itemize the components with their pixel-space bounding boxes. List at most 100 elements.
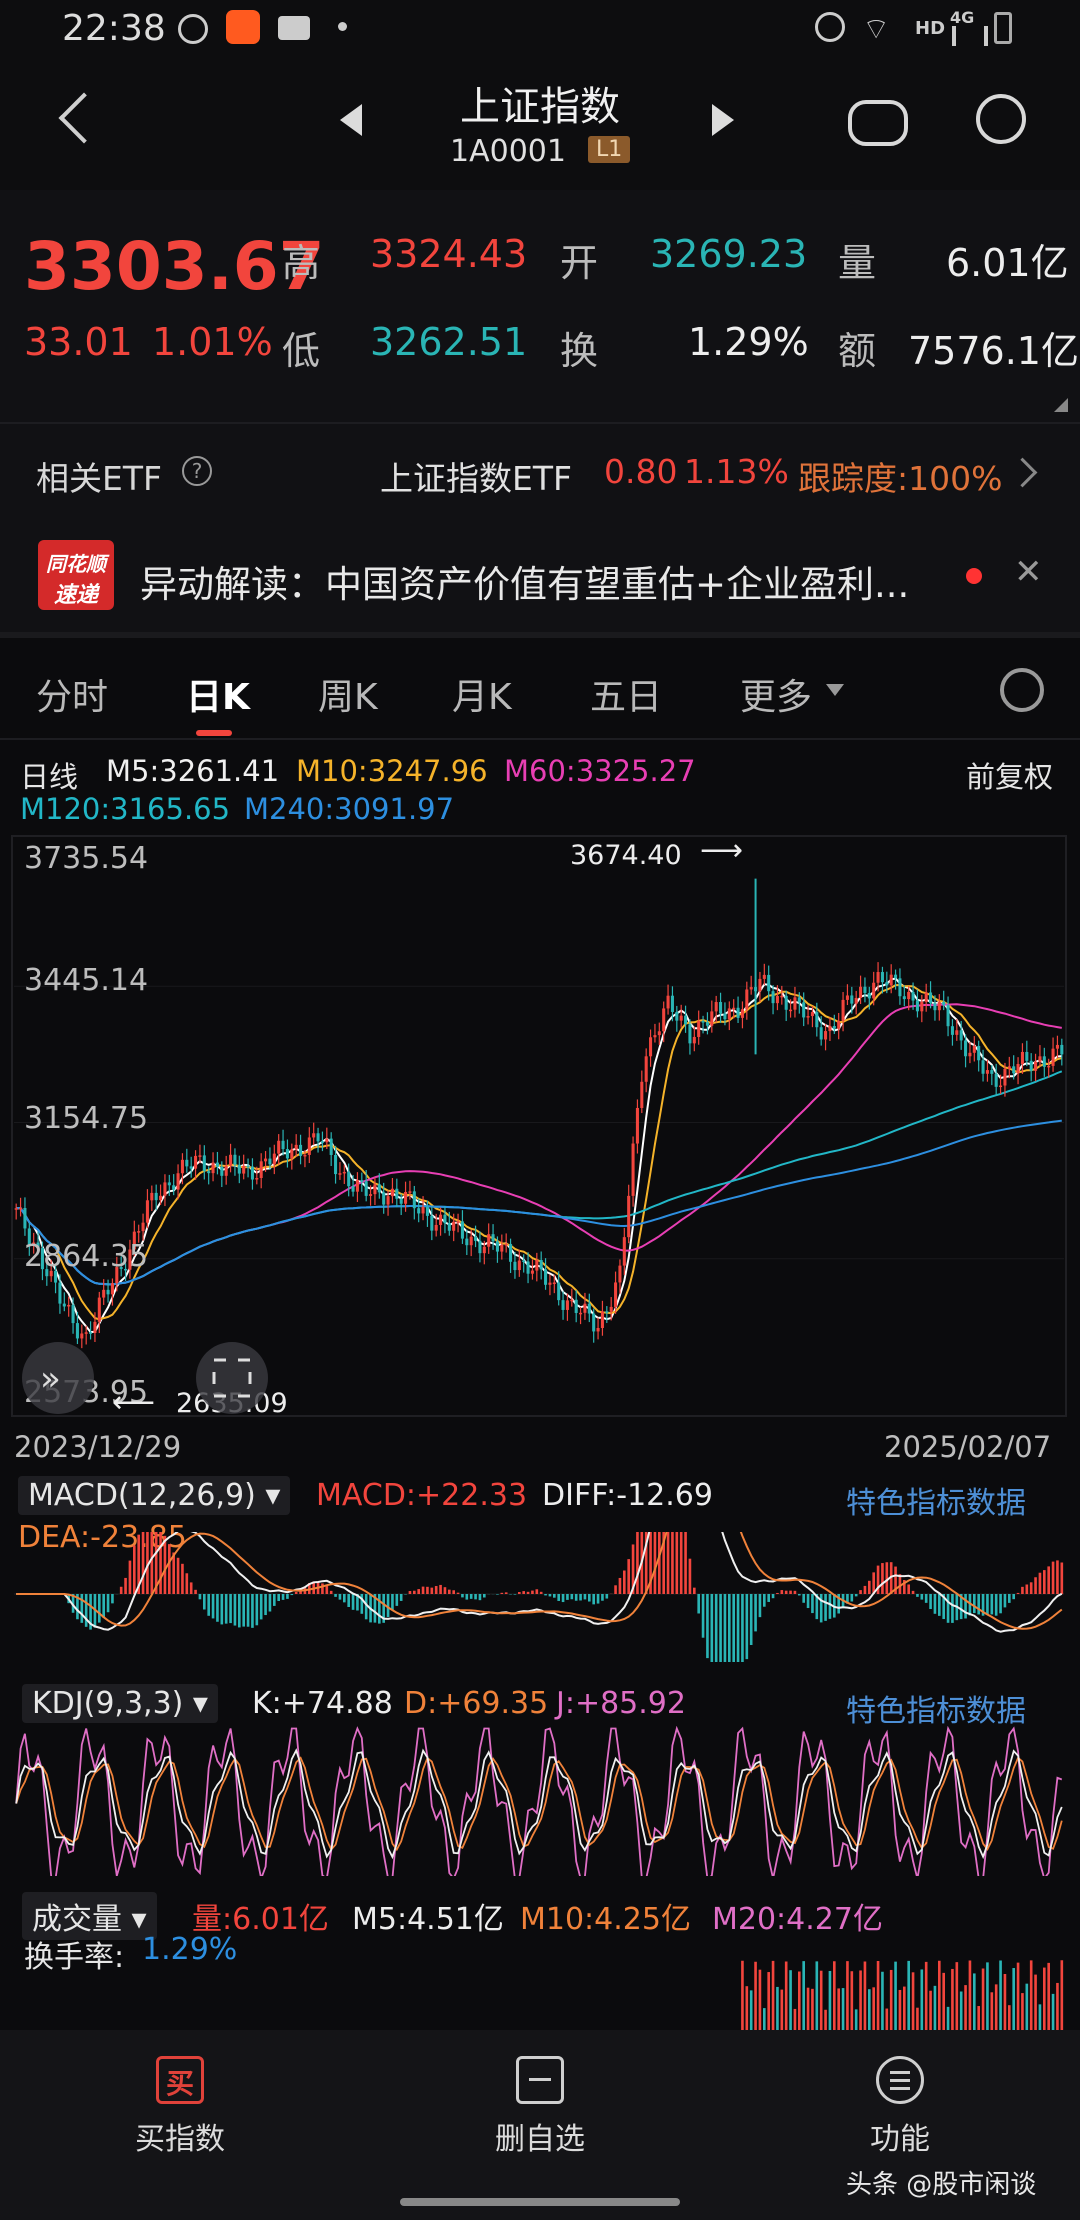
- remove-watchlist-button[interactable]: 删自选: [440, 2056, 640, 2158]
- candle-body: [933, 1003, 937, 1011]
- candle-body: [574, 1299, 578, 1313]
- candle-body: [622, 1237, 626, 1266]
- m10-label: M10:3247.96: [296, 754, 488, 788]
- candle-body: [837, 1020, 841, 1029]
- candle-body: [762, 974, 766, 979]
- robot-assistant-icon[interactable]: [848, 100, 908, 146]
- candle-body: [530, 1270, 534, 1274]
- candle-body: [487, 1234, 491, 1247]
- candle-body: [771, 991, 775, 1004]
- candle-body: [1007, 1066, 1011, 1069]
- candle-body: [1055, 1044, 1059, 1049]
- back-icon[interactable]: [58, 92, 110, 144]
- candle-body: [229, 1154, 233, 1166]
- tab-five-day[interactable]: 五日: [590, 668, 662, 720]
- search-icon[interactable]: [976, 94, 1026, 144]
- ma-legend: 日线 M5:3261.41 M10:3247.96 M60:3325.27 前复…: [0, 740, 1080, 830]
- open-label: 开: [560, 241, 599, 285]
- candle-body: [1051, 1048, 1055, 1066]
- news-flash-row[interactable]: 同花顺 速递 异动解读：中国资产价值有望重估+企业盈利... ✕: [0, 524, 1080, 632]
- m5-label: M5:3261.41: [106, 754, 280, 788]
- settings-gear-icon[interactable]: [1000, 668, 1044, 712]
- low-value: 3262.51: [370, 320, 528, 364]
- etf-pct: 1.13%: [684, 452, 789, 491]
- candle-body: [649, 1037, 653, 1057]
- candle-body: [150, 1192, 154, 1201]
- candle-body: [355, 1180, 359, 1192]
- fullscreen-button[interactable]: [196, 1342, 268, 1414]
- macd-selector[interactable]: MACD(12,26,9) ▾: [18, 1476, 291, 1515]
- functions-button[interactable]: 功能: [800, 2056, 1000, 2158]
- candle-body: [425, 1207, 429, 1216]
- buy-icon-glyph: 买: [166, 2067, 195, 2100]
- candle-body: [285, 1149, 289, 1159]
- candle-body: [797, 997, 801, 1003]
- max-arrow-icon: ⟶: [700, 833, 743, 868]
- candle-body: [749, 987, 753, 990]
- candle-body: [246, 1165, 250, 1168]
- macd-feature-link[interactable]: 特色指标数据: [846, 1478, 1026, 1522]
- kline-chart[interactable]: 3735.54 3445.14 3154.75 2864.35 2573.95 …: [0, 830, 1080, 1430]
- candle-body: [784, 995, 788, 1010]
- tab-intraday[interactable]: 分时: [36, 668, 108, 720]
- next-stock-icon[interactable]: [712, 104, 734, 136]
- tab-daily-k[interactable]: 日K: [186, 668, 250, 720]
- candle-body: [705, 1022, 709, 1026]
- tab-more[interactable]: 更多: [740, 668, 812, 720]
- candle-body: [828, 1025, 832, 1032]
- turnover-value: 1.29%: [688, 320, 809, 364]
- j-line: [15, 1726, 1063, 1876]
- candle-body: [675, 1011, 679, 1021]
- candle-body: [924, 992, 928, 1002]
- j-value: J:+85.92: [556, 1686, 686, 1721]
- candle-body: [325, 1138, 329, 1143]
- candle-body: [937, 1001, 941, 1011]
- candle-body: [710, 1011, 714, 1026]
- candle-body: [259, 1161, 263, 1178]
- macd-name: MACD(12,26,9): [28, 1478, 256, 1513]
- candle-body: [185, 1159, 189, 1167]
- candle-body: [141, 1222, 145, 1232]
- prev-stock-icon[interactable]: [340, 104, 362, 136]
- kdj-feature-link[interactable]: 特色指标数据: [846, 1686, 1026, 1730]
- y-tick-label: 3154.75: [24, 1101, 148, 1136]
- m120-label: M120:3165.65: [20, 792, 231, 826]
- candle-body: [180, 1159, 184, 1174]
- candle-body: [999, 1085, 1003, 1088]
- candle-body: [775, 996, 779, 1004]
- candle-body: [1025, 1051, 1029, 1061]
- candle-body: [312, 1133, 316, 1138]
- candle-body: [670, 995, 674, 1012]
- kdj-name: KDJ(9,3,3): [32, 1686, 184, 1721]
- related-etf-row[interactable]: 相关ETF ? 上证指数ETF 0.80 1.13% 跟踪度:100%: [0, 424, 1080, 524]
- candle-body: [268, 1158, 272, 1165]
- signal-icon: [952, 26, 988, 46]
- m5-line: [16, 977, 1062, 1334]
- expand-corner-icon[interactable]: [1054, 398, 1068, 412]
- tab-weekly-k[interactable]: 周K: [318, 668, 378, 720]
- candle-body: [635, 1107, 639, 1144]
- buy-index-button[interactable]: 买 买指数: [80, 2056, 280, 2158]
- high-label: 高: [282, 241, 321, 285]
- volume-m20: M20:4.27亿: [712, 1902, 883, 1937]
- candle-body: [985, 1070, 989, 1074]
- start-date: 2023/12/29: [14, 1430, 182, 1464]
- candle-body: [614, 1282, 618, 1307]
- candle-body: [915, 1000, 919, 1012]
- candle-body: [347, 1171, 351, 1187]
- help-icon[interactable]: ?: [182, 456, 212, 486]
- candle-body: [478, 1240, 482, 1254]
- etf-name: 上证指数ETF: [380, 459, 572, 498]
- candle-body: [600, 1311, 604, 1328]
- candle-body: [929, 992, 933, 1004]
- candle-body: [456, 1221, 460, 1223]
- candle-body: [832, 1025, 836, 1029]
- kdj-selector[interactable]: KDJ(9,3,3) ▾: [22, 1684, 218, 1723]
- candle-body: [859, 986, 863, 998]
- quote-panel: 3303.67 33.01 1.01% 高 3324.43 开 3269.23 …: [0, 190, 1080, 422]
- candle-body: [299, 1144, 303, 1156]
- close-icon[interactable]: ✕: [1014, 552, 1043, 592]
- tab-monthly-k[interactable]: 月K: [452, 668, 512, 720]
- adjust-mode[interactable]: 前复权: [966, 754, 1053, 796]
- status-bar: 22:38 ⌔ HD 4G: [0, 0, 1080, 64]
